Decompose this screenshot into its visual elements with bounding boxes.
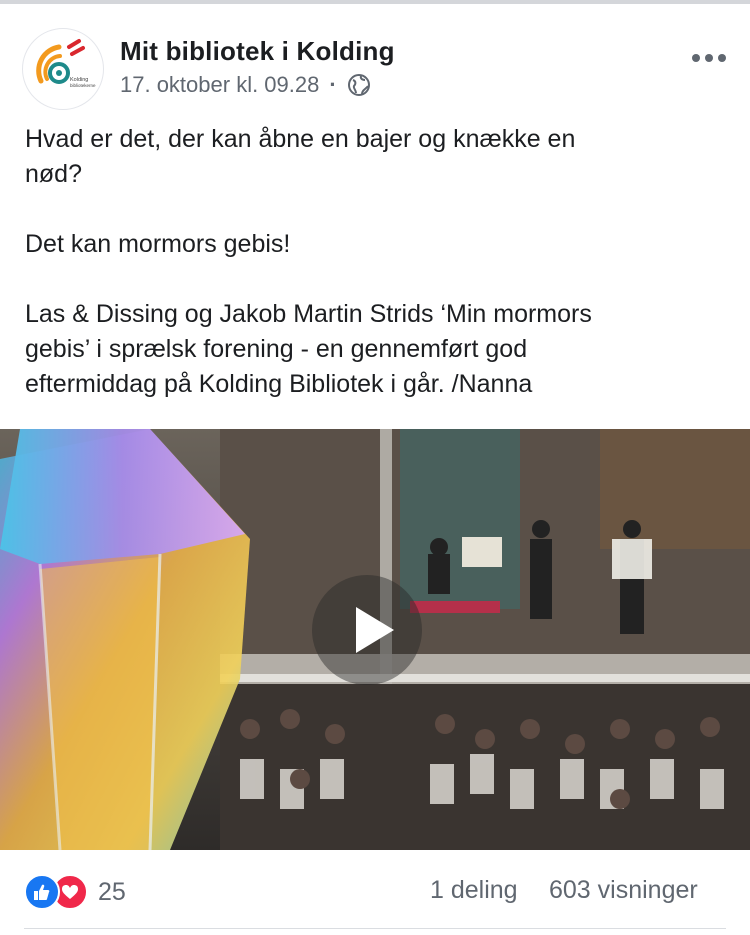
reactions-summary[interactable]: 25 xyxy=(24,874,126,910)
meta-separator: · xyxy=(329,72,337,97)
bottom-divider xyxy=(24,928,726,929)
reaction-count: 25 xyxy=(98,877,126,906)
views-count: 603 visninger xyxy=(549,876,698,904)
more-icon[interactable] xyxy=(692,52,726,64)
top-divider xyxy=(0,0,750,4)
play-button[interactable] xyxy=(312,575,422,685)
post-meta: 17. oktober kl. 09.28 · xyxy=(120,72,371,98)
post-paragraph: Las & Dissing og Jakob Martin Strids ‘Mi… xyxy=(25,300,592,398)
more-dot xyxy=(692,54,700,62)
page-avatar[interactable]: Kolding bibliotekerne xyxy=(22,28,104,110)
svg-text:bibliotekerne: bibliotekerne xyxy=(70,83,96,88)
post-text: Hvad er det, der kan åbne en bajer og kn… xyxy=(25,122,725,402)
kolding-logo: Kolding bibliotekerne xyxy=(36,39,96,88)
shares-count[interactable]: 1 deling xyxy=(430,876,518,905)
more-dot xyxy=(705,54,713,62)
post-timestamp[interactable]: 17. oktober kl. 09.28 xyxy=(120,72,319,98)
globe-icon xyxy=(347,74,370,96)
post-paragraph: Det kan mormors gebis! xyxy=(25,230,291,258)
like-icon xyxy=(24,874,60,910)
more-dot xyxy=(718,54,726,62)
page-name[interactable]: Mit bibliotek i Kolding xyxy=(120,36,395,67)
post-header: Kolding bibliotekerne Mit bibliotek i Ko… xyxy=(0,22,750,112)
play-icon xyxy=(356,607,394,653)
post-footer: 25 1 deling 603 visninger xyxy=(0,858,750,918)
post-paragraph: Hvad er det, der kan åbne en bajer og kn… xyxy=(25,125,576,188)
